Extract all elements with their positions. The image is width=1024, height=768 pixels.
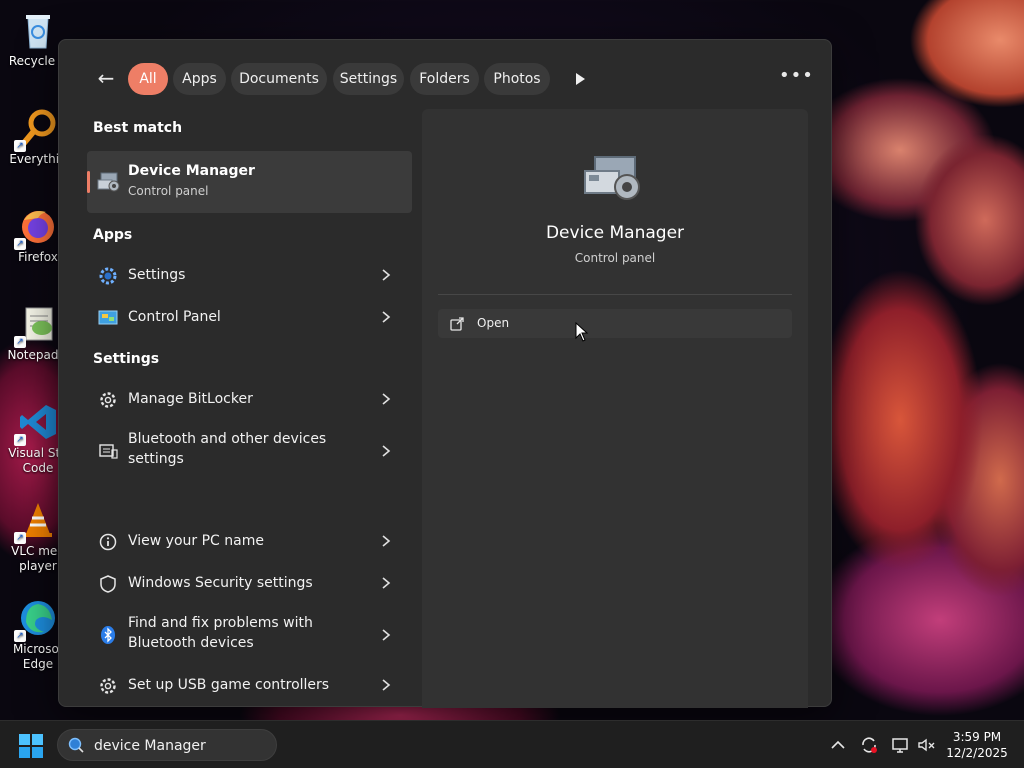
taskbar-search-input[interactable] [94, 736, 264, 756]
filter-documents[interactable]: Documents [231, 63, 327, 95]
everything-search-icon: ↗ [14, 108, 58, 152]
edge-icon: ↗ [14, 598, 58, 642]
settings-heading: Settings [93, 351, 160, 367]
best-match-heading: Best match [93, 120, 183, 136]
setting-item-label: Manage BitLocker [128, 391, 253, 407]
filter-all[interactable]: All [128, 63, 168, 95]
notepadpp-icon: ↗ [14, 304, 58, 348]
setting-item-manage-bitlocker[interactable]: Manage BitLocker [87, 379, 412, 419]
best-match-title: Device Manager [128, 163, 255, 179]
info-icon [98, 532, 118, 552]
shortcut-arrow-icon: ↗ [14, 336, 26, 348]
chevron-up-icon[interactable] [828, 735, 848, 755]
vscode-icon: ↗ [14, 402, 58, 446]
chevron-right-icon[interactable] [379, 309, 393, 325]
filter-bar: ← All Apps Documents Settings Folders Ph… [59, 62, 833, 96]
preview-title: Device Manager [545, 223, 685, 243]
windows-start-icon[interactable] [18, 733, 44, 759]
bluetooth-icon [98, 625, 118, 645]
apps-heading: Apps [93, 227, 133, 243]
setting-item-label: Bluetooth and other devices settings [128, 431, 327, 467]
setting-item-label: View your PC name [128, 533, 264, 549]
setting-item-windows-security[interactable]: Windows Security settings [87, 563, 412, 603]
chevron-right-icon[interactable] [379, 677, 393, 693]
chevron-right-icon[interactable] [379, 443, 393, 459]
keyboard-device-icon [98, 441, 118, 461]
open-external-icon [450, 316, 464, 331]
setting-item-bluetooth-devices[interactable]: Bluetooth and other devices settings [87, 425, 412, 477]
control-panel-icon [98, 308, 118, 328]
preview-divider [438, 294, 792, 295]
shortcut-arrow-icon: ↗ [14, 532, 26, 544]
shortcut-arrow-icon: ↗ [14, 630, 26, 642]
search-icon [68, 737, 84, 753]
start-search-panel: ← All Apps Documents Settings Folders Ph… [58, 39, 833, 708]
selection-accent [87, 171, 90, 193]
chevron-right-icon[interactable] [379, 575, 393, 591]
preview-subtitle: Control panel [574, 251, 656, 265]
shortcut-arrow-icon: ↗ [14, 434, 26, 446]
preview-pane: Device Manager Control panel Open [422, 109, 808, 708]
chevron-right-icon[interactable] [379, 627, 393, 643]
back-arrow-icon[interactable]: ← [93, 66, 119, 92]
open-button-label: Open [477, 316, 510, 330]
app-item-control-panel[interactable]: Control Panel [87, 297, 412, 337]
setting-item-view-pc-name[interactable]: View your PC name [87, 521, 412, 561]
filter-photos[interactable]: Photos [484, 63, 550, 95]
setting-item-usb-game-controllers[interactable]: Set up USB game controllers [87, 665, 412, 705]
shield-icon [98, 574, 118, 594]
sync-icon[interactable] [859, 735, 879, 755]
device-manager-icon [97, 171, 121, 193]
taskbar-search-box[interactable] [57, 729, 277, 761]
clock-date: 12/2/2025 [946, 746, 1008, 760]
clock-time: 3:59 PM [952, 730, 1002, 744]
chevron-right-icon[interactable] [379, 267, 393, 283]
shortcut-arrow-icon: ↗ [14, 140, 26, 152]
more-options-icon[interactable]: ••• [779, 66, 813, 92]
shortcut-arrow-icon: ↗ [14, 238, 26, 250]
filter-folders[interactable]: Folders [410, 63, 479, 95]
best-match-subtitle: Control panel [128, 184, 209, 198]
mouse-cursor-icon [575, 321, 589, 342]
firefox-icon: ↗ [14, 206, 58, 250]
device-manager-large-icon [583, 153, 643, 205]
setting-item-label: Windows Security settings [128, 575, 313, 591]
network-icon[interactable] [890, 735, 910, 755]
play-more-filters-icon[interactable] [569, 68, 591, 90]
filter-settings[interactable]: Settings [333, 63, 404, 95]
chevron-right-icon[interactable] [379, 533, 393, 549]
gear-icon [98, 390, 118, 410]
filter-apps[interactable]: Apps [173, 63, 226, 95]
volume-muted-icon[interactable] [917, 735, 937, 755]
app-item-label: Control Panel [128, 309, 221, 325]
setting-item-label: Set up USB game controllers [128, 677, 330, 693]
gear-icon [98, 676, 118, 696]
taskbar: 3:59 PM 12/2/2025 [0, 720, 1024, 768]
chevron-right-icon[interactable] [379, 391, 393, 407]
app-item-settings[interactable]: Settings [87, 255, 412, 295]
setting-item-label: Find and fix problems with Bluetooth dev… [128, 615, 313, 651]
gear-blue-icon [98, 266, 118, 286]
vlc-cone-icon: ↗ [14, 500, 58, 544]
setting-item-bluetooth-troubleshoot[interactable]: Find and fix problems with Bluetooth dev… [87, 609, 412, 661]
app-item-label: Settings [128, 267, 186, 283]
best-match-device-manager[interactable]: Device Manager Control panel [87, 151, 412, 213]
open-button[interactable]: Open [438, 309, 792, 338]
system-clock[interactable]: 3:59 PM 12/2/2025 [942, 729, 1012, 761]
recycle-bin-icon [18, 10, 58, 50]
